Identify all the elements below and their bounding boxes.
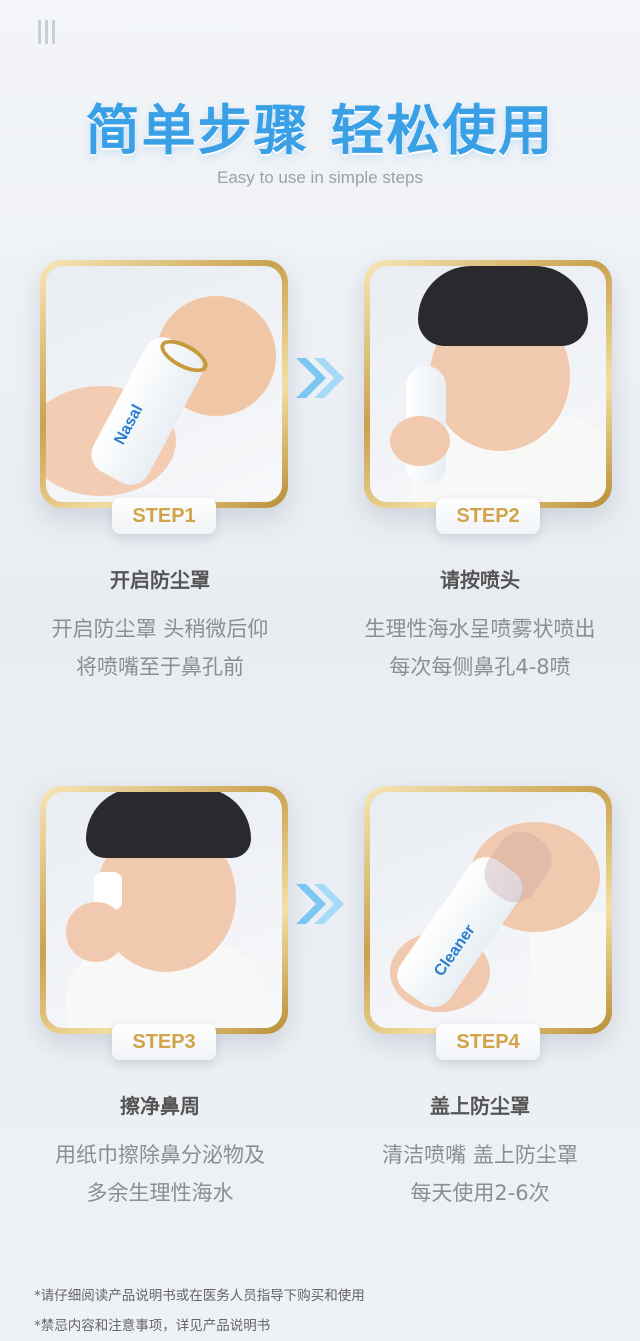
step2-desc-line2: 每次每侧鼻孔4-8喷 <box>389 655 571 679</box>
step3-desc-line1: 用纸巾擦除鼻分泌物及 <box>55 1143 265 1167</box>
step2-card: STEP2 <box>364 260 612 534</box>
step4-badge: STEP4 <box>436 1024 540 1060</box>
step1-desc-line1: 开启防尘罩 头稍微后仰 <box>51 617 269 641</box>
step4-photo: Cleaner <box>370 792 606 1028</box>
step4-desc-line2: 每天使用2-6次 <box>410 1181 550 1205</box>
step2-desc-line1: 生理性海水呈喷雾状喷出 <box>364 617 596 641</box>
footnote-1: *请仔细阅读产品说明书或在医务人员指导下购买和使用 <box>34 1288 365 1304</box>
step1-title: 开启防尘罩 <box>110 568 210 592</box>
step4-title: 盖上防尘罩 <box>430 1094 530 1118</box>
step2-photo <box>370 266 606 502</box>
double-chevron-right-icon <box>296 884 344 924</box>
step3-card: STEP3 <box>40 786 288 1060</box>
footnote-2: *禁忌内容和注意事项，详见产品说明书 <box>34 1318 271 1334</box>
page-subtitle: Easy to use in simple steps <box>217 168 423 187</box>
step1-desc-line2: 将喷嘴至于鼻孔前 <box>76 655 244 679</box>
double-chevron-right-icon <box>296 358 344 398</box>
step4-desc-line1: 清洁喷嘴 盖上防尘罩 <box>382 1143 578 1167</box>
step1-badge: STEP1 <box>112 498 216 534</box>
step3-photo <box>46 792 282 1028</box>
step1-card: Nasal STEP1 <box>40 260 288 534</box>
step2-title: 请按喷头 <box>440 568 520 592</box>
step1-photo: Nasal <box>46 266 282 502</box>
menu-icon[interactable] <box>38 20 56 44</box>
step3-badge: STEP3 <box>112 1024 216 1060</box>
page-title: 简单步骤 轻松使用 <box>85 99 555 162</box>
step2-badge: STEP2 <box>436 498 540 534</box>
step3-title: 擦净鼻周 <box>120 1094 200 1118</box>
step4-card: Cleaner STEP4 <box>364 786 612 1060</box>
step3-desc-line2: 多余生理性海水 <box>86 1181 234 1205</box>
